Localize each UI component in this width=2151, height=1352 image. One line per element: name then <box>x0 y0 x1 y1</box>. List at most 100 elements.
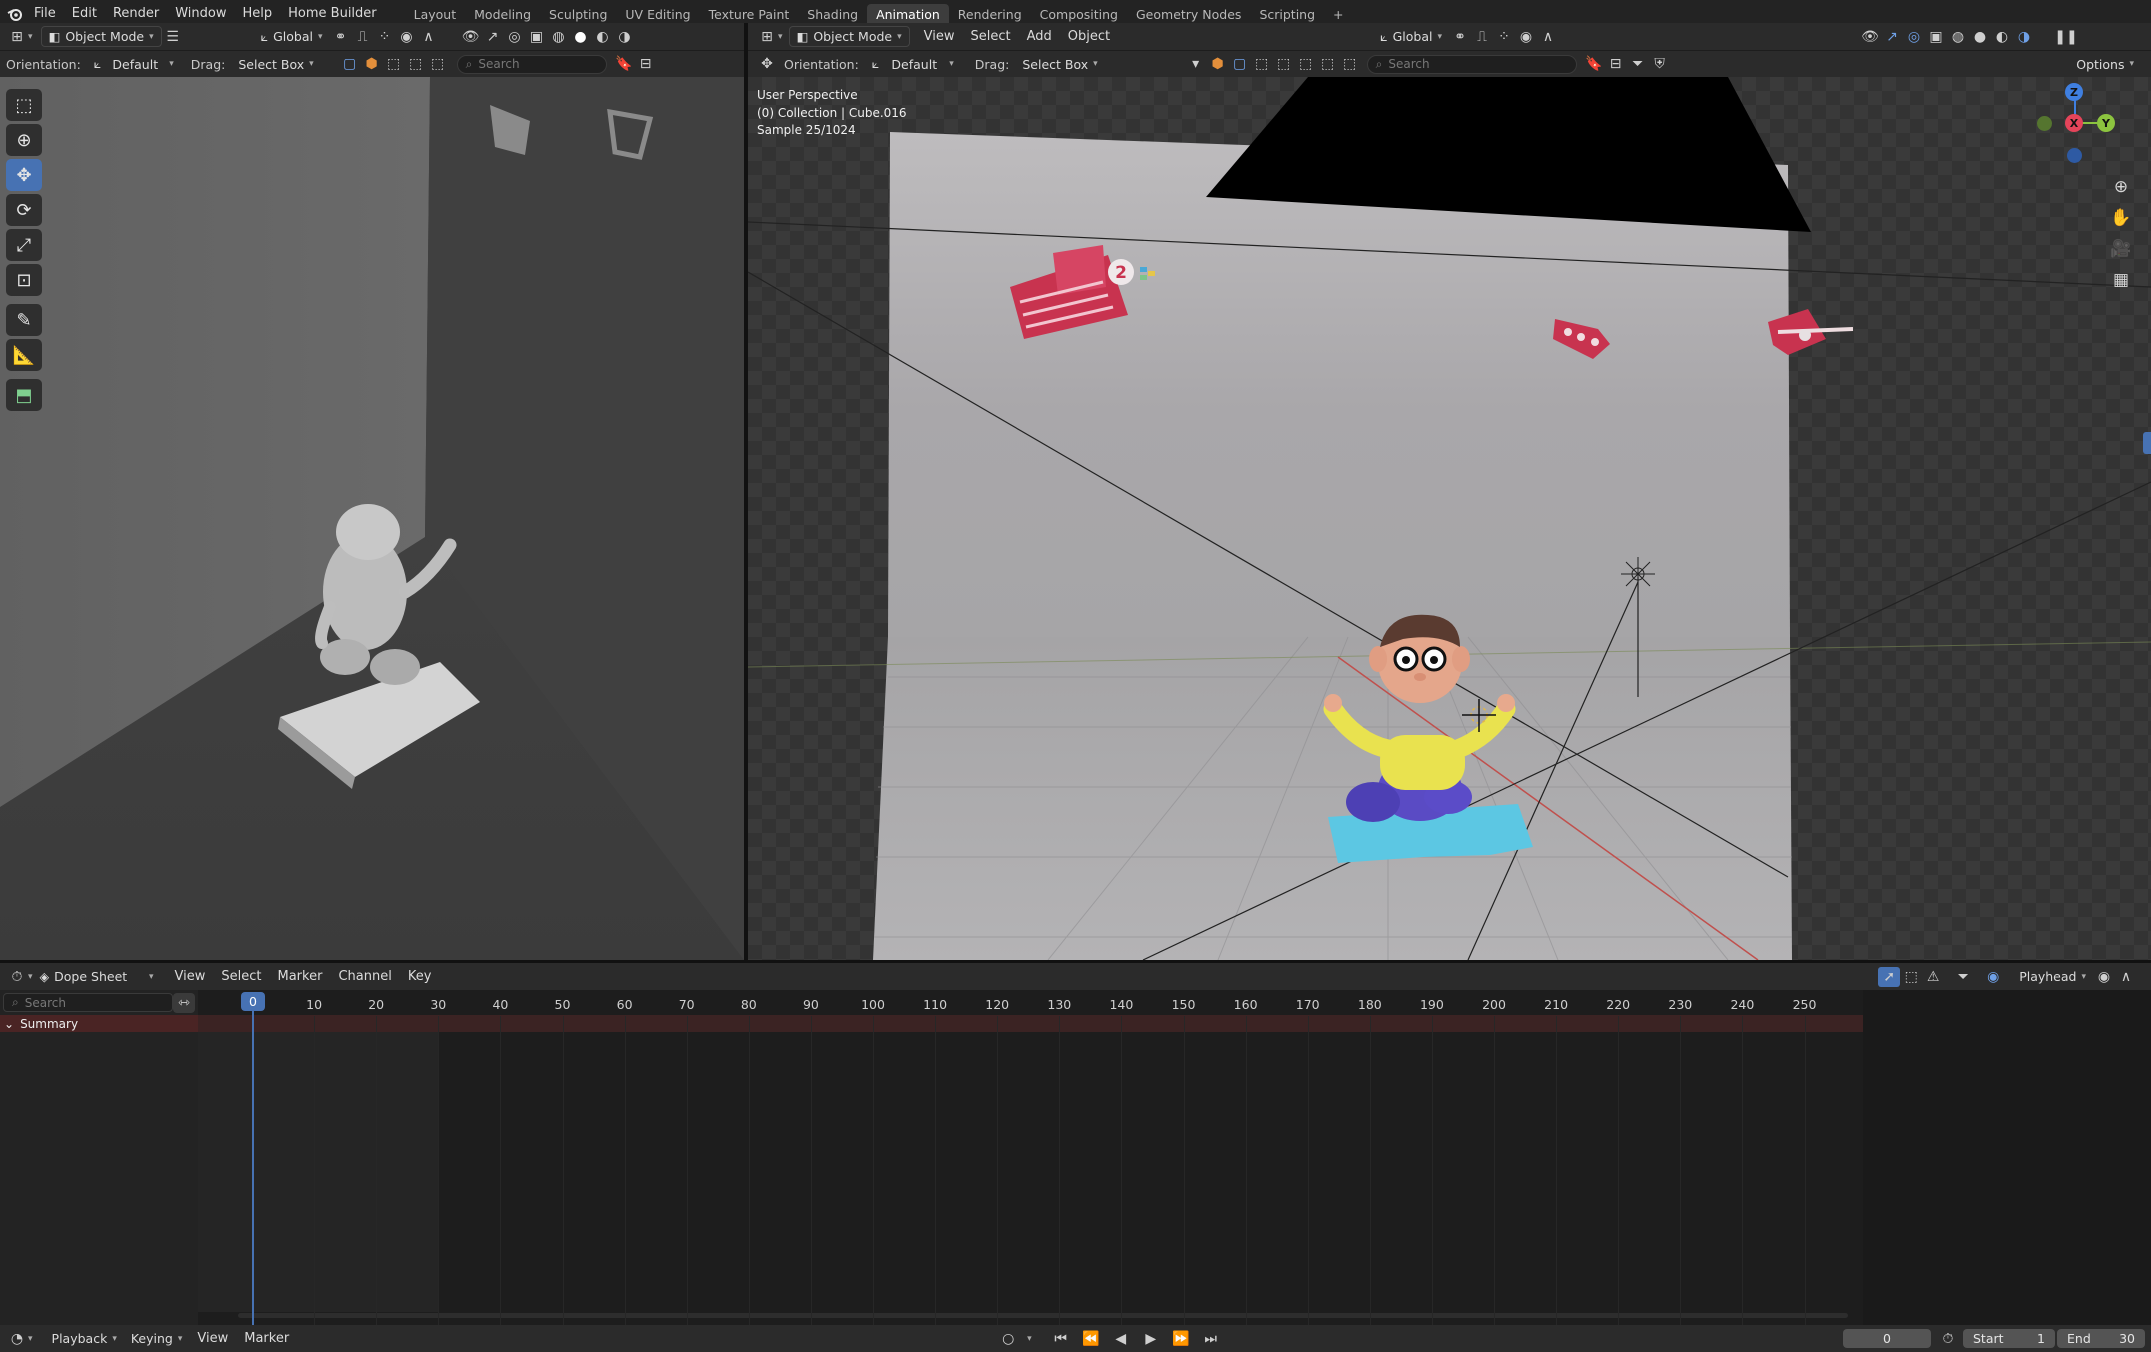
shading-material-icon[interactable]: ◐ <box>592 27 614 47</box>
mode-dropdown[interactable]: ◧ Object Mode ▾ <box>788 26 910 47</box>
filter-icon-3[interactable]: ⬚ <box>427 54 449 74</box>
filter-icon-2[interactable]: ⬚ <box>1273 54 1295 74</box>
gizmo-y-axis[interactable]: Y <box>2097 114 2115 132</box>
shading-material-icon[interactable]: ◐ <box>1991 27 2013 47</box>
menu-file[interactable]: File <box>26 6 64 21</box>
left-search-input[interactable]: ⌕ Search <box>456 54 607 74</box>
bookmark-icon[interactable]: 🔖 <box>613 54 635 74</box>
annotate-tool[interactable]: ✎ <box>6 304 42 336</box>
select-new-icon[interactable]: ▢ <box>339 54 361 74</box>
pivot-icon[interactable]: ⚭ <box>1449 27 1471 47</box>
start-frame-field[interactable]: Start 1 <box>1963 1329 2055 1348</box>
prev-keyframe-icon[interactable]: ⏪ <box>1080 1329 1102 1349</box>
hamburger-icon[interactable]: ☰ <box>162 27 184 47</box>
dopesheet-mode-dropdown[interactable]: ◈ Dope Sheet ▾ <box>33 967 161 986</box>
filter-icon-2[interactable]: ⬚ <box>405 54 427 74</box>
falloff-icon[interactable]: ∧ <box>1537 27 1559 47</box>
end-frame-field[interactable]: End 30 <box>2057 1329 2145 1348</box>
jump-start-icon[interactable]: ⏮ <box>1050 1329 1072 1349</box>
right-search-input[interactable]: ⌕ Search <box>1366 54 1577 74</box>
tab-rendering[interactable]: Rendering <box>949 4 1031 25</box>
filter-icon-4[interactable]: ⬚ <box>1317 54 1339 74</box>
snap-icon[interactable]: ⎍ <box>352 27 374 47</box>
tab-shading[interactable]: Shading <box>798 4 867 25</box>
gizmo-z-axis[interactable]: Z <box>2065 83 2083 101</box>
gizmo-toggle-icon[interactable]: ↗ <box>1881 27 1903 47</box>
editor-type-icon[interactable]: ⏱ <box>6 967 28 987</box>
tab-uv-editing[interactable]: UV Editing <box>616 4 699 25</box>
move-tool[interactable]: ✥ <box>6 159 42 191</box>
zoom-icon[interactable]: ⊕ <box>2107 173 2135 201</box>
tab-modeling[interactable]: Modeling <box>465 4 540 25</box>
proportional-icon[interactable]: ◉ <box>1515 27 1537 47</box>
proportional-icon[interactable]: ◉ <box>2093 967 2115 987</box>
transform-tool[interactable]: ⊡ <box>6 264 42 296</box>
gizmo-x-axis[interactable]: X <box>2065 114 2083 132</box>
summary-channel[interactable]: ⌄ Summary <box>0 1015 198 1032</box>
measure-tool[interactable]: 📐 <box>6 339 42 371</box>
menu-select[interactable]: Select <box>213 969 269 984</box>
errors-icon[interactable]: ⚠ <box>1922 967 1944 987</box>
menu-view[interactable]: View <box>167 969 214 984</box>
mode-dropdown[interactable]: ◧ Object Mode ▾ <box>40 26 162 47</box>
snap-grid-icon[interactable]: ⁘ <box>1493 27 1515 47</box>
rotate-tool[interactable]: ⟳ <box>6 194 42 226</box>
shield-icon[interactable]: ⛨ <box>1649 54 1671 74</box>
transform-orientation-dropdown[interactable]: ⟀ Global ▾ <box>254 27 330 47</box>
stopwatch-icon[interactable]: ⏱ <box>1937 1329 1959 1349</box>
blender-logo-icon[interactable] <box>4 4 26 24</box>
layout-icon[interactable]: ⊟ <box>635 54 657 74</box>
menu-marker[interactable]: Marker <box>236 1331 297 1346</box>
orientation-dropdown[interactable]: ⟀ Default ▾ <box>87 54 181 74</box>
menu-home-builder[interactable]: Home Builder <box>280 6 385 21</box>
jump-end-icon[interactable]: ⏭ <box>1200 1329 1222 1349</box>
add-workspace-button[interactable]: + <box>1324 4 1352 25</box>
select-box-tool[interactable]: ⬚ <box>6 89 42 121</box>
tab-layout[interactable]: Layout <box>405 4 466 25</box>
gizmo-neg-y[interactable] <box>2037 116 2052 131</box>
left-viewport[interactable]: ⬚ ⊕ ✥ ⟳ ⤢ ⊡ ✎ 📐 ⬒ <box>0 77 744 960</box>
navigation-gizmo[interactable]: Z Y X <box>2033 81 2117 165</box>
shading-solid-icon[interactable]: ● <box>1969 27 1991 47</box>
editor-type-icon[interactable]: ⊞ <box>756 27 778 47</box>
tab-animation[interactable]: Animation <box>867 4 949 25</box>
menu-add[interactable]: Add <box>1019 29 1060 44</box>
right-viewport[interactable]: 2 User Perspective (0) Collection | Cube… <box>748 77 2151 960</box>
gizmo-toggle-icon[interactable]: ↗ <box>482 27 504 47</box>
filter-icon-1[interactable]: ⬚ <box>383 54 405 74</box>
pause-icon[interactable]: ❚❚ <box>2054 27 2077 47</box>
filter-icon-3[interactable]: ⬚ <box>1295 54 1317 74</box>
swap-icon[interactable]: ⇿ <box>173 993 195 1013</box>
menu-object[interactable]: Object <box>1060 29 1118 44</box>
tab-compositing[interactable]: Compositing <box>1031 4 1127 25</box>
show-hidden-icon[interactable]: ⬚ <box>1900 967 1922 987</box>
proportional-icon[interactable]: ◉ <box>396 27 418 47</box>
bookmark-icon[interactable]: 🔖 <box>1583 54 1605 74</box>
overlay-icon[interactable]: ◎ <box>1903 27 1925 47</box>
filter-icon-5[interactable]: ⬚ <box>1339 54 1361 74</box>
shading-solid-icon[interactable]: ● <box>570 27 592 47</box>
playhead-dropdown[interactable]: Playhead ▾ <box>2012 967 2093 986</box>
editor-type-icon[interactable]: ⊞ <box>6 27 28 47</box>
options-dropdown[interactable]: Options ▾ <box>2069 55 2141 74</box>
falloff-icon[interactable]: ∧ <box>418 27 440 47</box>
visibility-icon[interactable]: 👁 <box>1859 27 1881 47</box>
current-frame-field[interactable]: 0 <box>1843 1329 1931 1348</box>
scale-tool[interactable]: ⤢ <box>6 229 42 261</box>
keyframe-region[interactable] <box>198 990 2151 1325</box>
collapse-icon[interactable]: ▾ <box>1185 54 1207 74</box>
chevron-down-icon[interactable]: ⌄ <box>4 1017 14 1031</box>
shading-rendered-icon[interactable]: ◑ <box>2013 27 2035 47</box>
play-reverse-icon[interactable]: ◀ <box>1110 1329 1132 1349</box>
sidebar-toggle[interactable] <box>2143 432 2151 454</box>
next-keyframe-icon[interactable]: ⏩ <box>1170 1329 1192 1349</box>
filter-icon-1[interactable]: ⬚ <box>1251 54 1273 74</box>
auto-keying-icon[interactable]: ◉ <box>1982 967 2004 987</box>
menu-view[interactable]: View <box>916 29 963 44</box>
scrollbar[interactable] <box>238 1313 1848 1318</box>
menu-key[interactable]: Key <box>400 969 440 984</box>
clock-icon[interactable]: ◔ <box>6 1329 28 1349</box>
menu-marker[interactable]: Marker <box>270 969 331 984</box>
ortho-grid-icon[interactable]: ▦ <box>2107 266 2135 294</box>
drag-dropdown[interactable]: Select Box ▾ <box>1015 55 1104 74</box>
